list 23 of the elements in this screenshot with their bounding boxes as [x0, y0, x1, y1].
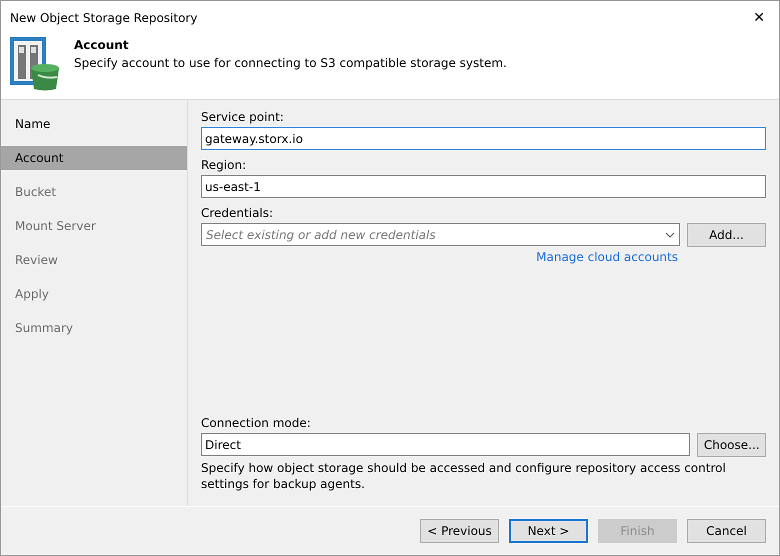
wizard-step[interactable]: Account [1, 146, 187, 170]
wizard-button[interactable]: < Previous [420, 519, 499, 543]
window-title: New Object Storage Repository [10, 11, 198, 25]
field-label: Service point: [201, 110, 285, 124]
page-subtitle: Specify account to use for connecting to S3 compatible storage system. [74, 56, 507, 70]
field-label: Credentials: [201, 206, 274, 220]
field-label: Connection mode: [201, 416, 312, 430]
manage-accounts-link[interactable]: Manage cloud accounts [536, 250, 678, 264]
choose-button[interactable]: Choose... [697, 433, 766, 457]
credentials-dropdown[interactable]: Select existing or add new credentials [201, 223, 680, 246]
add-button[interactable]: Add... [687, 223, 766, 247]
wizard-step[interactable]: Name [1, 112, 187, 136]
wizard-button[interactable]: Next > [509, 519, 588, 543]
region-field[interactable]: us-east-1 [201, 175, 766, 198]
wizard-button[interactable]: Cancel [687, 519, 766, 543]
chevron-down-icon [665, 232, 675, 238]
service-point-field[interactable]: gateway.storx.io [201, 127, 766, 150]
page-title: Account [74, 38, 130, 52]
connection-mode-field[interactable]: Direct [201, 433, 690, 456]
placeholder-text: Select existing or add new credentials [206, 228, 436, 242]
description-text: Specify how object storage should be accessed and configure repository access control settings for backup agents. [201, 460, 727, 492]
close-button[interactable]: ✕ [747, 10, 771, 26]
field-label: Region: [201, 158, 248, 172]
